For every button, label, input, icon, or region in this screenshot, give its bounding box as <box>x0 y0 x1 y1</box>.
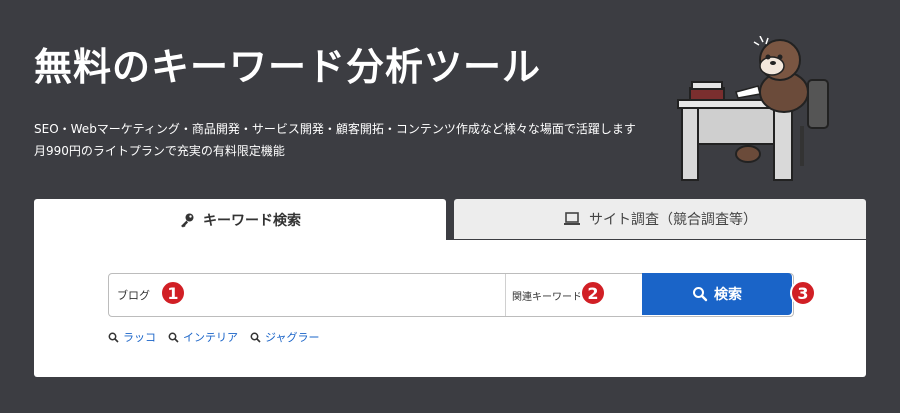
tab-keyword-search[interactable]: キーワード検索 <box>34 199 446 240</box>
search-button[interactable]: 検索 <box>642 273 792 315</box>
hero-subtitle: SEO・Webマーケティング・商品開発・サービス開発・顧客開拓・コンテンツ作成な… <box>34 122 636 136</box>
key-icon <box>181 213 194 227</box>
tab-label: サイト調査（競合調査等） <box>589 212 757 228</box>
tab-label: キーワード検索 <box>203 212 301 229</box>
otter-mascot-illustration <box>677 36 829 181</box>
tab-site-research[interactable]: サイト調査（競合調査等） <box>454 199 866 239</box>
suggestion-link[interactable]: インテリア <box>168 329 238 345</box>
suggested-keywords: ラッコ インテリア ジャグラー <box>108 329 319 345</box>
search-icon <box>693 287 708 302</box>
step-badge-2: 2 <box>580 280 606 306</box>
hero-plan-note: 月990円のライトプランで充実の有料限定機能 <box>34 144 285 158</box>
search-icon <box>250 332 261 343</box>
step-badge-3: 3 <box>790 280 816 306</box>
search-panel: 関連キーワード 検索 1 2 3 ラッコ インテリア ジャグラー <box>34 240 866 377</box>
laptop-icon <box>564 212 580 225</box>
search-icon <box>108 332 119 343</box>
search-icon <box>168 332 179 343</box>
page-title: 無料のキーワード分析ツール <box>34 45 542 89</box>
suggestion-link[interactable]: ラッコ <box>108 329 156 345</box>
search-type-value: 関連キーワード <box>512 291 582 303</box>
suggestion-link[interactable]: ジャグラー <box>250 329 319 345</box>
step-badge-1: 1 <box>160 280 186 306</box>
search-button-label: 検索 <box>714 287 742 303</box>
search-mode-tabs: キーワード検索 サイト調査（競合調査等） <box>34 199 866 240</box>
